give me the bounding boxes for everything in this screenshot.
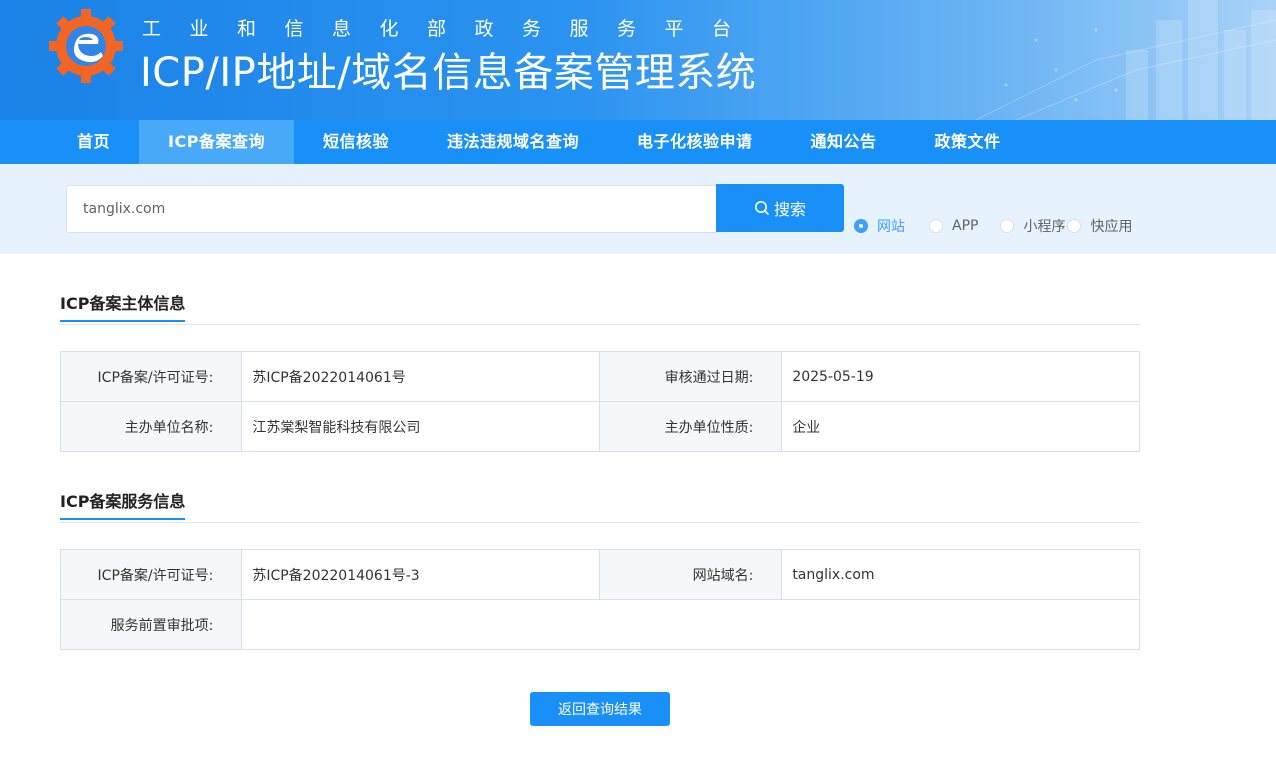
license-value: 苏ICP备2022014061号	[241, 351, 600, 402]
nav-illegal-domain-query[interactable]: 违法违规域名查询	[418, 120, 608, 164]
platform-subtitle: 工业和信息化部政务服务平台	[142, 18, 760, 40]
subject-info-table: ICP备案/许可证号: 苏ICP备2022014061号 审核通过日期: 202…	[59, 351, 1140, 452]
radio-dot	[929, 219, 943, 233]
table-row: ICP备案/许可证号: 苏ICP备2022014061号-3 网站域名: tan…	[59, 549, 1140, 600]
radio-website[interactable]: 网站	[854, 216, 905, 236]
divider	[60, 522, 1140, 523]
service-section-title: ICP备案服务信息	[60, 488, 186, 520]
main-nav: 首页 ICP备案查询 短信核验 违法违规域名查询 电子化核验申请 通知公告 政策…	[0, 120, 1276, 164]
nav-icp-query[interactable]: ICP备案查询	[139, 120, 294, 164]
pre-approval-label: 服务前置审批项:	[59, 599, 243, 650]
nav-home[interactable]: 首页	[48, 120, 139, 164]
license-label: ICP备案/许可证号:	[59, 351, 243, 402]
miit-logo-icon	[49, 9, 123, 83]
radio-label: 网站	[877, 219, 905, 235]
org-nature-value: 企业	[781, 401, 1140, 452]
org-name-value: 江苏棠梨智能科技有限公司	[241, 401, 600, 452]
radio-quick-app[interactable]: 快应用	[1067, 216, 1132, 236]
service-info-table: ICP备案/许可证号: 苏ICP备2022014061号-3 网站域名: tan…	[59, 549, 1140, 650]
search-area: 搜索 网站 APP 小程序 快应用	[0, 164, 1276, 254]
search-type-group: 网站 APP 小程序 快应用	[854, 216, 1132, 236]
table-row: ICP备案/许可证号: 苏ICP备2022014061号 审核通过日期: 202…	[59, 351, 1140, 402]
radio-dot	[1067, 219, 1082, 233]
domain-value: tanglix.com	[781, 549, 1140, 600]
radio-label: 快应用	[1090, 219, 1133, 235]
search-icon	[754, 201, 769, 215]
radio-dot	[854, 219, 868, 233]
divider	[60, 324, 1140, 325]
org-nature-label: 主办单位性质:	[598, 401, 783, 452]
back-to-results-button[interactable]: 返回查询结果	[530, 692, 670, 726]
nav-sms-verify[interactable]: 短信核验	[294, 120, 418, 164]
nav-notices[interactable]: 通知公告	[782, 120, 906, 164]
nav-policy-docs[interactable]: 政策文件	[906, 120, 1030, 164]
city-skyline-decoration	[975, 0, 1276, 120]
table-row: 主办单位名称: 江苏棠梨智能科技有限公司 主办单位性质: 企业	[59, 401, 1140, 452]
search-button-label: 搜索	[773, 202, 806, 219]
nav-e-verify-apply[interactable]: 电子化核验申请	[608, 120, 782, 164]
radio-mini-program[interactable]: 小程序	[1000, 216, 1065, 236]
domain-label: 网站域名:	[598, 549, 783, 600]
service-license-label: ICP备案/许可证号:	[59, 549, 243, 600]
service-license-value: 苏ICP备2022014061号-3	[241, 549, 600, 600]
radio-app[interactable]: APP	[929, 218, 978, 234]
approval-date-label: 审核通过日期:	[598, 351, 783, 402]
header-banner: 工业和信息化部政务服务平台 ICP/IP地址/域名信息备案管理系统	[0, 0, 1276, 120]
search-button[interactable]: 搜索	[716, 184, 844, 232]
radio-label: APP	[952, 218, 979, 234]
table-row: 服务前置审批项:	[59, 599, 1140, 650]
pre-approval-value	[241, 599, 1140, 650]
approval-date-value: 2025-05-19	[781, 351, 1140, 402]
system-title: ICP/IP地址/域名信息备案管理系统	[140, 50, 757, 96]
radio-label: 小程序	[1023, 219, 1066, 235]
org-name-label: 主办单位名称:	[59, 401, 243, 452]
search-input[interactable]	[66, 185, 716, 233]
subject-section-title: ICP备案主体信息	[60, 290, 186, 322]
radio-dot	[1000, 219, 1015, 233]
